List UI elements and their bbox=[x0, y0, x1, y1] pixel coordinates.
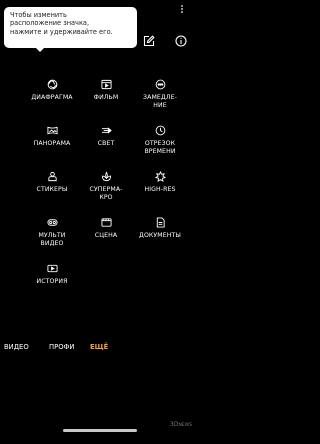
mode-label: ДИАФРАГМА bbox=[31, 94, 73, 101]
mode-label: ОТРЕЗОК ВРЕМЕНИ bbox=[144, 140, 176, 155]
mode-label: СЦЕНА bbox=[94, 232, 118, 239]
mode-label: ДОКУМЕНТЫ bbox=[139, 232, 181, 239]
mode-video[interactable]: ВИДЕО bbox=[4, 343, 33, 351]
mode-label: ФИЛЬМ bbox=[93, 94, 119, 101]
sticker-icon bbox=[47, 171, 58, 182]
watermark-logo: 3DNEWS bbox=[170, 421, 192, 429]
modes-grid: ДИАФРАГМА ФИЛЬМ ЗАМЕДЛЕ- НИЕ ПАНОРАМА СВ… bbox=[25, 79, 187, 309]
light-trails-icon bbox=[101, 125, 112, 136]
slow-motion-icon bbox=[155, 79, 166, 90]
super-macro-icon bbox=[101, 171, 112, 182]
mode-more[interactable]: ЕЩЁ bbox=[90, 343, 108, 351]
mode-tile-panorama[interactable]: ПАНОРАМА bbox=[25, 125, 79, 171]
mode-label: СВЕТ bbox=[97, 140, 115, 147]
mode-tile-scene[interactable]: СЦЕНА bbox=[79, 217, 133, 263]
mode-label: СТИКЕРЫ bbox=[36, 186, 68, 193]
mode-label: HIGH-RES bbox=[144, 186, 176, 193]
mode-label: МУЛЬТИ ВИДЕО bbox=[38, 232, 66, 247]
hint-line: Чтобы изменить bbox=[10, 11, 67, 19]
mode-tile-film[interactable]: ФИЛЬМ bbox=[79, 79, 133, 125]
mode-pro[interactable]: ПРОФИ bbox=[49, 343, 75, 351]
mode-tile-story[interactable]: ИСТОРИЯ bbox=[25, 263, 79, 309]
timelapse-icon bbox=[155, 125, 166, 136]
mode-tile-documents[interactable]: ДОКУМЕНТЫ bbox=[133, 217, 187, 263]
hint-line: нажмите и удерживайте его. bbox=[10, 27, 113, 36]
info-icon[interactable] bbox=[175, 35, 187, 47]
film-icon bbox=[100, 79, 112, 90]
home-indicator[interactable] bbox=[63, 429, 137, 432]
multi-video-icon bbox=[46, 217, 58, 228]
aperture-icon bbox=[47, 79, 58, 90]
high-res-icon bbox=[154, 171, 166, 182]
mode-tile-stickers[interactable]: СТИКЕРЫ bbox=[25, 171, 79, 217]
panorama-icon bbox=[46, 125, 58, 136]
hint-tooltip: Чтобы изменить расположение значка, нажм… bbox=[4, 7, 137, 52]
scene-icon bbox=[100, 217, 112, 228]
status-indicator bbox=[181, 4, 185, 13]
mode-tile-slow-motion[interactable]: ЗАМЕДЛЕ- НИЕ bbox=[133, 79, 187, 125]
mode-tile-super-macro[interactable]: СУПЕРМА- КРО bbox=[79, 171, 133, 217]
mode-label: ЗАМЕДЛЕ- НИЕ bbox=[143, 94, 177, 109]
mode-tile-high-res[interactable]: HIGH-RES bbox=[133, 171, 187, 217]
mode-tile-aperture[interactable]: ДИАФРАГМА bbox=[25, 79, 79, 125]
mode-video-label: ВИДЕО bbox=[4, 343, 29, 351]
hint-line: расположение значка, bbox=[10, 19, 90, 28]
mode-label: ПАНОРАМА bbox=[33, 140, 71, 147]
mode-label: СУПЕРМА- КРО bbox=[89, 186, 123, 201]
camera-mode-bar: ВИДЕО ПРОФИ ЕЩЁ bbox=[0, 343, 200, 355]
story-icon bbox=[46, 263, 58, 274]
watermark-line2: NEWS bbox=[178, 423, 192, 428]
mode-tile-light[interactable]: СВЕТ bbox=[79, 125, 133, 171]
document-icon bbox=[155, 217, 166, 228]
edit-icon[interactable] bbox=[143, 35, 155, 47]
mode-tile-multi-video[interactable]: МУЛЬТИ ВИДЕО bbox=[25, 217, 79, 263]
mode-label: ИСТОРИЯ bbox=[36, 278, 68, 285]
mode-tile-timelapse[interactable]: ОТРЕЗОК ВРЕМЕНИ bbox=[133, 125, 187, 171]
